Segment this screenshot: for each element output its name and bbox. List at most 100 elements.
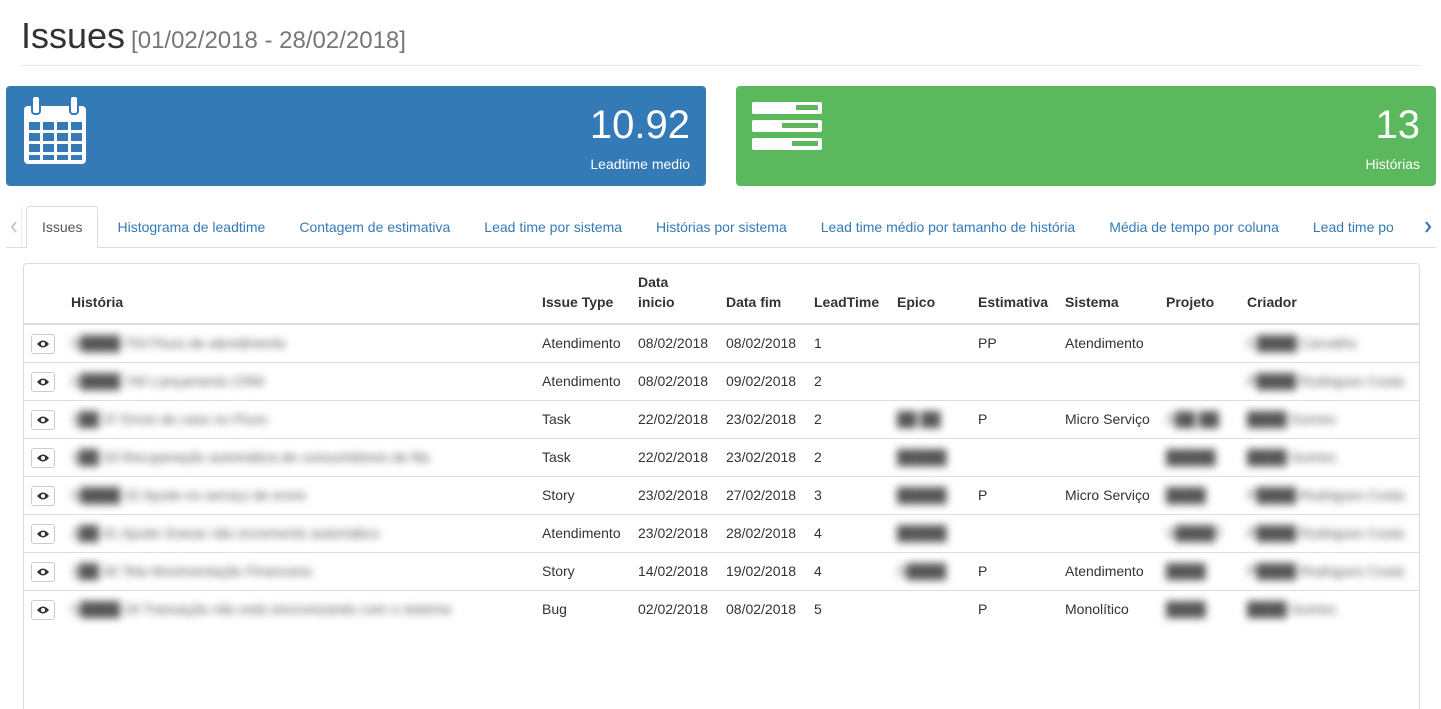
- tab-leadtime-sistema[interactable]: Lead time por sistema: [469, 206, 637, 248]
- col-data-inicio-line2: inicio: [638, 294, 675, 310]
- col-data-fim[interactable]: Data fim: [720, 264, 808, 325]
- projeto-text: S████7: [1166, 525, 1223, 541]
- epico-cell: S████: [891, 552, 972, 591]
- view-button[interactable]: [31, 334, 55, 354]
- criador-cell: P████ Rodrigues Costa: [1241, 552, 1419, 591]
- criador-text: P████ Rodrigues Costa: [1247, 525, 1405, 541]
- view-button[interactable]: [31, 486, 55, 506]
- table-row: 1██ 30 Tela Movimentação Financeira Stor…: [24, 552, 1419, 591]
- view-button[interactable]: [31, 524, 55, 544]
- epico-text: █████: [897, 487, 947, 503]
- historia-cell[interactable]: 1██ 30 Tela Movimentação Financeira: [65, 552, 536, 591]
- tab-contagem-estimativa[interactable]: Contagem de estimativa: [284, 206, 465, 248]
- epico-cell: █████: [891, 476, 972, 515]
- date-range: [01/02/2018 - 28/02/2018]: [131, 27, 406, 54]
- eye-icon: [37, 454, 49, 462]
- criador-text: P████ Rodrigues Costa: [1247, 373, 1405, 389]
- leadtime-cell: 4: [808, 514, 891, 553]
- col-criador[interactable]: Criador: [1241, 264, 1419, 325]
- calendar-icon: [22, 95, 88, 169]
- historia-cell[interactable]: S████ 32 Ajuste no serviço de envio: [65, 476, 536, 515]
- table-row: 1██ 37 Envio de caso no Fluxo Task 22/02…: [24, 400, 1419, 439]
- epico-text: █████: [897, 525, 947, 541]
- data-fim-cell: 23/02/2018: [720, 400, 808, 439]
- criador-cell: ████ Gomes: [1241, 438, 1419, 477]
- projeto-text: S██ ██: [1166, 411, 1219, 427]
- row-action-cell: [24, 514, 65, 553]
- estimativa-cell: P: [972, 590, 1059, 628]
- leadtime-cell: 4: [808, 552, 891, 591]
- data-inicio-cell: 23/02/2018: [632, 476, 720, 515]
- view-button[interactable]: [31, 448, 55, 468]
- epico-cell: [891, 590, 972, 628]
- projeto-cell: ████: [1160, 552, 1241, 591]
- criador-text: ████ Gomes: [1247, 449, 1336, 465]
- epico-text: █████: [897, 449, 947, 465]
- data-fim-cell: 08/02/2018: [726, 335, 797, 351]
- chevron-left-icon: [10, 220, 17, 233]
- table-header-row: História Issue Type Data inicio Data fim …: [24, 264, 1419, 325]
- criador-text: ████ Gomes: [1247, 601, 1336, 617]
- table-row: 1██ 33 Recuperação automática de consumi…: [24, 438, 1419, 477]
- col-data-inicio[interactable]: Data inicio: [632, 264, 720, 325]
- historia-cell[interactable]: 1██ 33 Recuperação automática de consumi…: [65, 438, 536, 477]
- historia-text: 1██ 33 Recuperação automática de consumi…: [71, 449, 430, 465]
- col-action: [24, 264, 65, 325]
- projeto-cell: S████7: [1160, 514, 1241, 553]
- historia-text: 1██ 30 Tela Movimentação Financeira: [71, 563, 312, 579]
- col-projeto[interactable]: Projeto: [1160, 264, 1241, 325]
- page-title: Issues [01/02/2018 - 28/02/2018]: [21, 16, 406, 61]
- col-sistema[interactable]: Sistema: [1059, 264, 1160, 325]
- view-button[interactable]: [31, 410, 55, 430]
- scroll-left-button[interactable]: [6, 206, 22, 247]
- projeto-text: ████: [1166, 563, 1206, 579]
- tab-leadtime-po[interactable]: Lead time po: [1298, 206, 1409, 248]
- view-button[interactable]: [31, 562, 55, 582]
- row-action-cell: [24, 438, 65, 477]
- tab-media-tempo-coluna[interactable]: Média de tempo por coluna: [1094, 206, 1294, 248]
- row-action-cell: [24, 552, 65, 591]
- criador-text: P████ Rodrigues Costa: [1247, 563, 1405, 579]
- historia-text: S████ 740 Lançamento CRM: [71, 373, 264, 389]
- sistema-cell: Atendimento: [1065, 335, 1144, 351]
- col-estimativa[interactable]: Estimativa: [972, 264, 1059, 325]
- projeto-cell: [1160, 324, 1241, 363]
- col-historia[interactable]: História: [65, 264, 536, 325]
- sistema-cell: Micro Serviço: [1059, 476, 1160, 515]
- scroll-right-button[interactable]: [1420, 206, 1436, 247]
- tab-historias-sistema[interactable]: Histórias por sistema: [641, 206, 802, 248]
- view-button[interactable]: [31, 372, 55, 392]
- criador-cell: P████ Rodrigues Costa: [1241, 476, 1419, 515]
- issues-table: História Issue Type Data inicio Data fim …: [24, 264, 1419, 628]
- epico-cell: [891, 324, 972, 363]
- eye-icon: [37, 416, 49, 424]
- epico-text: S████: [897, 563, 947, 579]
- chevron-right-icon: [1425, 220, 1432, 233]
- historia-text: S████ 32 Ajuste no serviço de envio: [71, 487, 307, 503]
- historia-cell[interactable]: 1██ 37 Envio de caso no Fluxo: [65, 400, 536, 439]
- historia-text: S████ 753 Fluxo de atendimento: [71, 335, 286, 351]
- historias-label: Histórias: [1365, 156, 1420, 172]
- view-button[interactable]: [31, 600, 55, 620]
- issue-type-cell: Story: [536, 552, 632, 591]
- col-epico[interactable]: Epico: [891, 264, 972, 325]
- tab-histograma-leadtime[interactable]: Histograma de leadtime: [102, 206, 280, 248]
- historia-cell[interactable]: S████ 29 Transação não está sincronizand…: [65, 590, 536, 628]
- tab-leadtime-tamanho[interactable]: Lead time médio por tamanho de história: [806, 206, 1090, 248]
- historia-cell[interactable]: 1██ 31 Ajuste Gravar não incremento auto…: [65, 514, 536, 553]
- leadtime-label: Leadtime medio: [590, 156, 690, 172]
- tab-issues[interactable]: Issues: [26, 206, 99, 248]
- issue-type-cell: Task: [536, 438, 632, 477]
- sistema-cell: Atendimento: [1059, 552, 1160, 591]
- issue-type-cell: Atendimento: [536, 514, 632, 553]
- col-leadtime[interactable]: LeadTime: [808, 264, 891, 325]
- data-inicio-cell: 02/02/2018: [632, 590, 720, 628]
- historia-cell[interactable]: S████ 753 Fluxo de atendimento: [65, 324, 536, 363]
- projeto-cell: S██ ██: [1160, 400, 1241, 439]
- epico-cell: █████: [891, 438, 972, 477]
- leadtime-cell: 1: [814, 335, 822, 351]
- eye-icon: [37, 568, 49, 576]
- tabs-list: Issues Histograma de leadtime Contagem de …: [26, 206, 1418, 248]
- col-issue-type[interactable]: Issue Type: [536, 264, 632, 325]
- historia-cell[interactable]: S████ 740 Lançamento CRM: [65, 362, 536, 401]
